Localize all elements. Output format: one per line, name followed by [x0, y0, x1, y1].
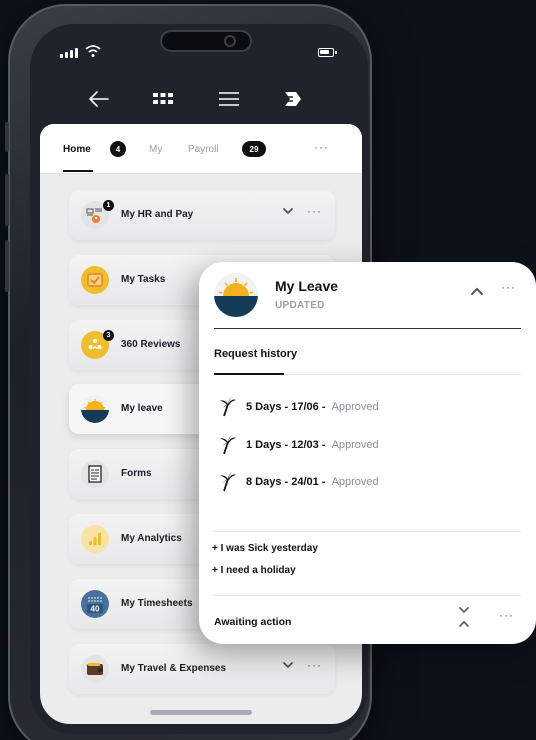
tab-payroll[interactable]: Payroll [188, 144, 219, 155]
signal-icon [60, 48, 78, 58]
menu-item-travel-expenses[interactable]: My Travel & Expenses ··· [69, 644, 335, 694]
more-options-button[interactable]: ··· [307, 658, 322, 672]
request-text: 8 Days - 24/01 - [246, 476, 329, 488]
timesheet-hours-text: 40 [91, 605, 100, 614]
menu-item-label: My Travel & Expenses [121, 663, 227, 674]
analytics-icon [81, 525, 109, 553]
request-row[interactable]: 8 Days - 24/01 - Approved [220, 472, 379, 492]
expand-collapse-icon[interactable] [457, 605, 471, 629]
home-indicator [150, 710, 252, 715]
card-subtitle: UPDATED [275, 300, 325, 311]
request-row[interactable]: 5 Days - 17/06 - Approved [220, 397, 379, 417]
chevron-down-icon[interactable] [281, 658, 295, 672]
menu-item-label: Forms [121, 468, 152, 479]
tab-payroll-badge: 29 [242, 141, 266, 157]
leave-avatar-icon [214, 273, 258, 317]
request-text: 5 Days - 17/06 - [246, 401, 329, 413]
wifi-icon [85, 45, 101, 57]
chevron-up-icon[interactable] [469, 284, 485, 298]
battery-icon [318, 48, 337, 57]
my-leave-card: My Leave UPDATED ··· Request history 5 D… [199, 262, 536, 644]
chevron-down-icon[interactable] [281, 204, 295, 218]
menu-item-badge: 1 [103, 200, 114, 211]
section-title[interactable]: Request history [214, 348, 297, 360]
request-text: 1 Days - 12/03 - [246, 439, 329, 451]
tab-bar: Home 4 My Payroll 29 ··· [40, 124, 362, 174]
menu-item-label: My HR and Pay [121, 209, 194, 220]
logout-icon[interactable] [280, 88, 306, 110]
divider [214, 531, 521, 532]
forms-icon [81, 460, 109, 488]
top-navigation [30, 80, 368, 120]
menu-item-hr-pay[interactable]: 1 My HR and Pay ··· [69, 190, 335, 240]
menu-item-label: My Timesheets [121, 598, 193, 609]
card-title: My Leave [275, 278, 339, 294]
divider [284, 374, 521, 375]
menu-item-label: My Analytics [121, 533, 182, 544]
tab-home[interactable]: Home [63, 144, 91, 155]
menu-item-label: My leave [121, 403, 163, 414]
menu-item-label: My Tasks [121, 274, 166, 285]
hamburger-menu-icon[interactable] [216, 88, 242, 110]
phone-side-button [5, 122, 9, 152]
request-status: Approved [331, 401, 379, 413]
card-more-button[interactable]: ··· [501, 280, 516, 294]
section-underline [214, 373, 284, 375]
tab-home-badge: 4 [110, 141, 126, 157]
palm-tree-icon [220, 435, 236, 455]
awaiting-action-label: Awaiting action [214, 616, 292, 628]
divider [214, 595, 521, 596]
request-status: Approved [331, 476, 379, 488]
need-holiday-link[interactable]: + I need a holiday [212, 565, 296, 576]
menu-item-badge: 3 [103, 330, 114, 341]
active-tab-underline [63, 170, 93, 172]
request-row[interactable]: 1 Days - 12/03 - Approved [220, 435, 379, 455]
tasks-icon [81, 266, 109, 294]
divider [214, 328, 521, 329]
wallet-icon [81, 655, 109, 683]
more-options-button[interactable]: ··· [307, 204, 322, 218]
status-bar [30, 24, 368, 74]
grid-icon[interactable] [150, 88, 176, 110]
palm-tree-icon [220, 397, 236, 417]
leave-icon [81, 395, 109, 423]
palm-tree-icon [220, 472, 236, 492]
tabs-more-button[interactable]: ··· [314, 140, 329, 154]
footer-more-button[interactable]: ··· [499, 608, 514, 622]
phone-volume-up [5, 174, 9, 226]
timesheets-icon: 40 [81, 590, 109, 618]
menu-item-label: 360 Reviews [121, 339, 181, 350]
back-arrow-icon[interactable] [86, 88, 112, 110]
request-status: Approved [331, 439, 379, 451]
tab-my[interactable]: My [149, 144, 162, 155]
sick-yesterday-link[interactable]: + I was Sick yesterday [212, 543, 318, 554]
phone-volume-down [5, 240, 9, 292]
